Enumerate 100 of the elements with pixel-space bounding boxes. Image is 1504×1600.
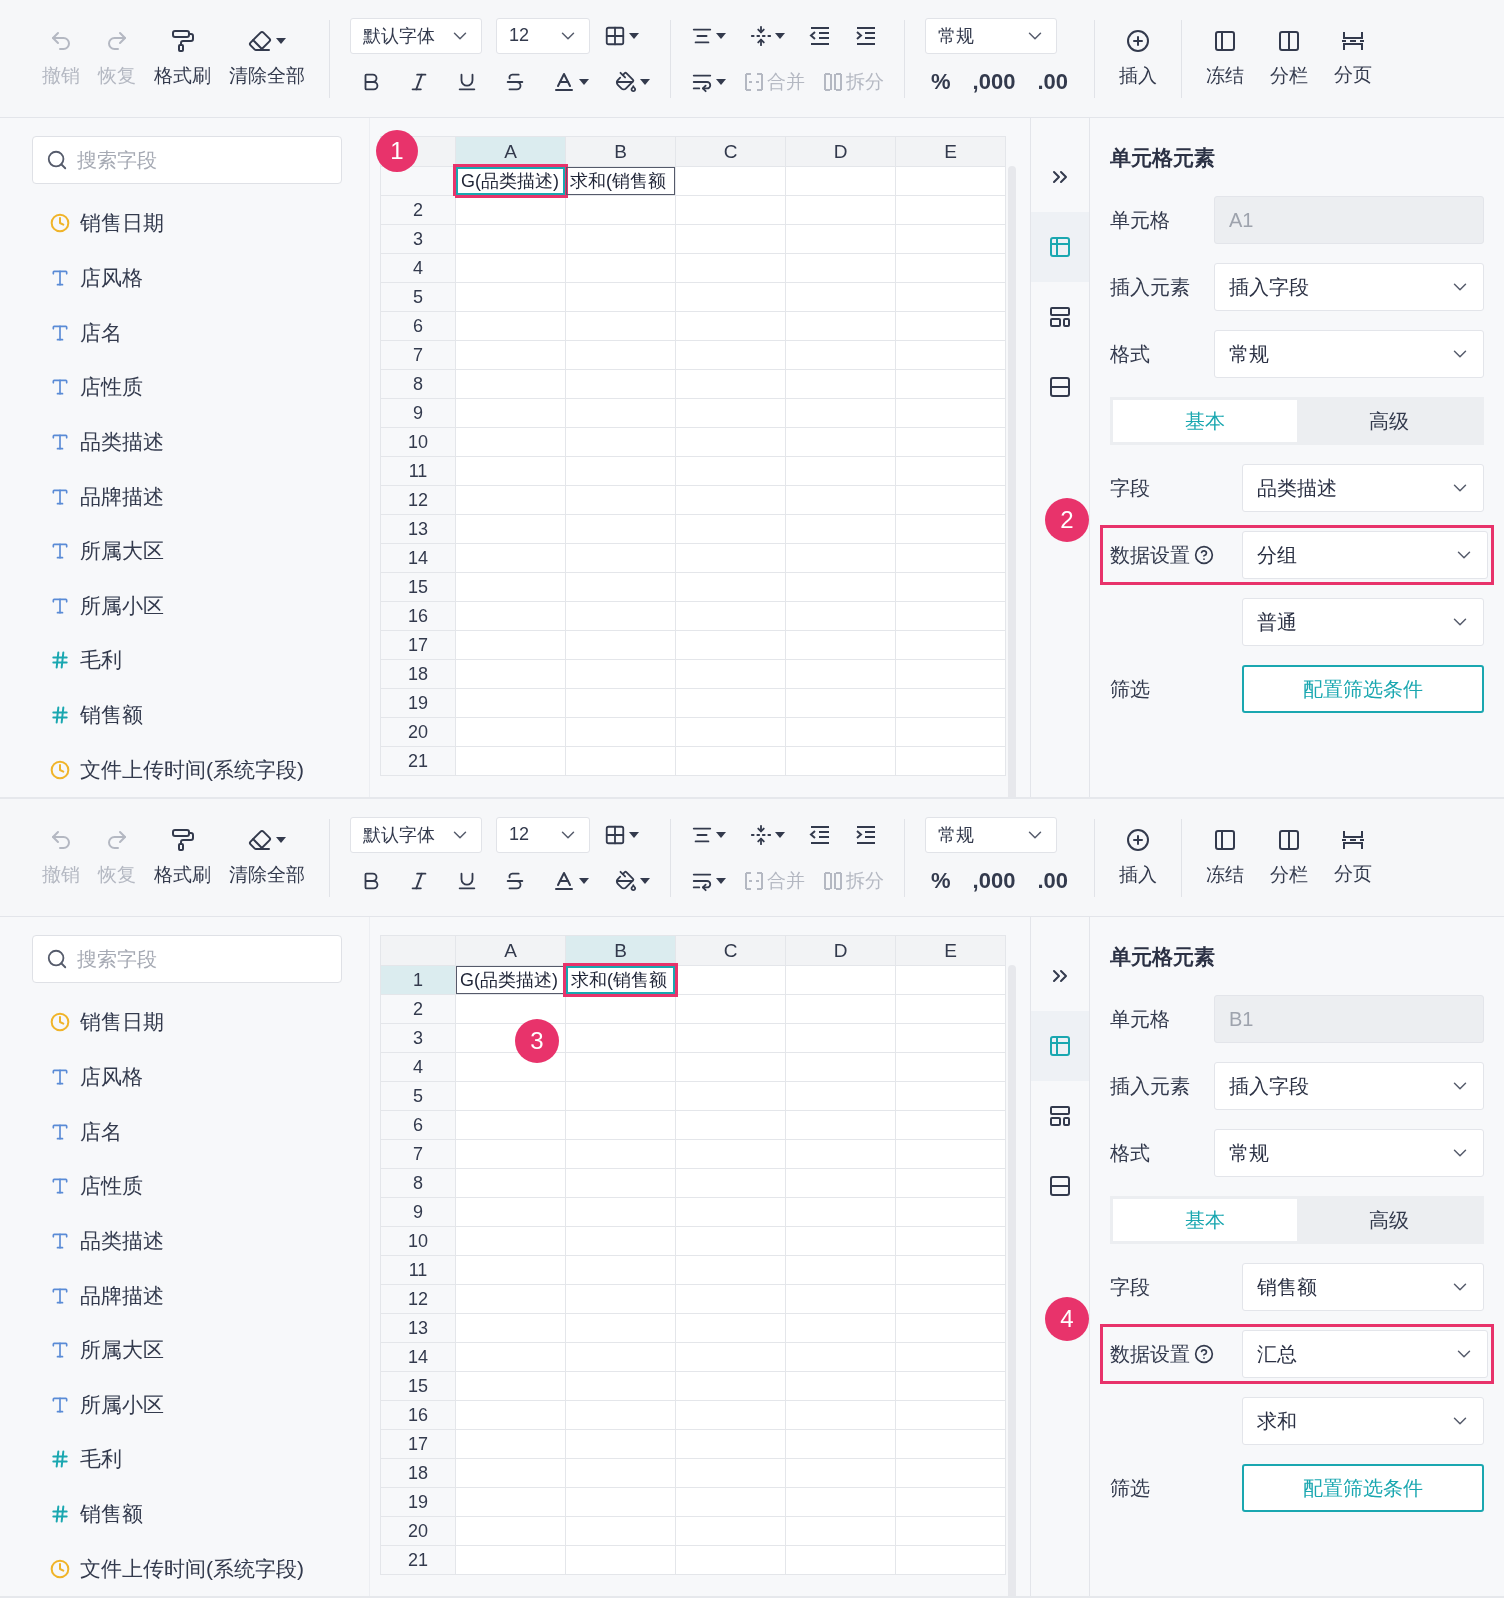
page-button[interactable]: 分页 — [1330, 828, 1376, 887]
font-size-select[interactable]: 12 — [496, 17, 590, 54]
table-cell[interactable]: G(品类描述) — [456, 966, 565, 994]
row-header[interactable]: 5 — [380, 282, 456, 312]
field-item[interactable]: 品牌描述 — [32, 469, 351, 524]
indent-decrease-icon[interactable] — [809, 824, 831, 845]
row-header[interactable]: 17 — [380, 1429, 456, 1459]
field-item[interactable]: 所属大区 — [32, 1322, 351, 1378]
page-button[interactable]: 分页 — [1330, 29, 1376, 88]
number-format-button[interactable]: % — [925, 68, 957, 95]
insert-element-select[interactable]: 插入字段 — [1214, 263, 1484, 311]
row-header[interactable]: 3 — [380, 224, 456, 254]
insert-button[interactable]: 插入 — [1115, 827, 1161, 888]
field-item[interactable]: 品类描述 — [32, 1213, 351, 1269]
vertical-align-button[interactable] — [750, 823, 785, 846]
row-header[interactable]: 8 — [380, 1168, 456, 1198]
number-format-button[interactable]: .00 — [1031, 867, 1074, 894]
row-header[interactable]: 20 — [380, 1516, 456, 1546]
font-select[interactable]: 默认字体 — [350, 816, 482, 853]
format-select[interactable]: 常规 — [1214, 330, 1484, 378]
column-header[interactable]: D — [785, 935, 896, 966]
column-header[interactable]: B — [565, 935, 676, 966]
row-header[interactable]: 6 — [380, 311, 456, 341]
row-header[interactable]: 16 — [380, 601, 456, 631]
row-header[interactable]: 18 — [380, 659, 456, 689]
row-header[interactable]: 1 — [380, 965, 456, 995]
borders-button[interactable] — [604, 24, 639, 47]
eraser-button[interactable]: 清除全部 — [225, 827, 309, 888]
brush-button[interactable]: 格式刷 — [150, 827, 215, 888]
field-item[interactable]: 销售日期 — [32, 995, 351, 1050]
brush-button[interactable]: 格式刷 — [150, 28, 215, 89]
font-select[interactable]: 默认字体 — [350, 17, 482, 54]
field-item[interactable]: 文件上传时间(系统字段) — [32, 742, 351, 797]
indent-increase-icon[interactable] — [855, 25, 877, 46]
row-header[interactable]: 7 — [380, 340, 456, 370]
indent-increase-icon[interactable] — [855, 824, 877, 845]
freeze-button[interactable]: 冻结 — [1202, 827, 1248, 888]
font-size-select[interactable]: 12 — [496, 816, 590, 853]
row-header[interactable]: 20 — [380, 717, 456, 747]
field-item[interactable]: 销售额 — [32, 1486, 351, 1542]
column-header[interactable]: C — [675, 136, 786, 167]
row-header[interactable]: 4 — [380, 253, 456, 283]
help-icon[interactable] — [1194, 1344, 1214, 1364]
field-item[interactable]: 品牌描述 — [32, 1268, 351, 1323]
row-header[interactable]: 19 — [380, 688, 456, 718]
number-format-button[interactable]: .00 — [1031, 68, 1074, 95]
row-header[interactable]: 14 — [380, 543, 456, 573]
field-item[interactable]: 所属大区 — [32, 523, 351, 579]
table-cell[interactable]: 求和(销售额 — [566, 167, 675, 195]
cell-element-tab[interactable] — [1031, 1011, 1089, 1081]
column-header[interactable]: B — [565, 136, 676, 167]
field-item[interactable]: 品类描述 — [32, 414, 351, 470]
row-header[interactable]: 21 — [380, 746, 456, 776]
row-header[interactable]: 15 — [380, 572, 456, 602]
fill-color-button[interactable] — [615, 869, 650, 892]
row-header[interactable]: 18 — [380, 1458, 456, 1488]
column-header[interactable]: E — [895, 935, 1006, 966]
row-header[interactable]: 14 — [380, 1342, 456, 1372]
field-item[interactable]: 销售额 — [32, 687, 351, 743]
field-item[interactable]: 文件上传时间(系统字段) — [32, 1541, 351, 1596]
columns-button[interactable]: 分栏 — [1266, 28, 1312, 89]
row-header[interactable]: 9 — [380, 1197, 456, 1227]
data-setting-select[interactable]: 汇总 — [1242, 1330, 1488, 1378]
row-header[interactable]: 13 — [380, 514, 456, 544]
help-icon[interactable] — [1194, 545, 1214, 565]
insert-button[interactable]: 插入 — [1115, 28, 1161, 89]
row-header[interactable]: 17 — [380, 630, 456, 660]
number-format-select[interactable]: 常规 — [925, 816, 1057, 853]
freeze-button[interactable]: 冻结 — [1202, 28, 1248, 89]
indent-decrease-icon[interactable] — [809, 25, 831, 46]
column-header[interactable]: A — [455, 136, 566, 167]
cell-element-tab[interactable] — [1031, 212, 1089, 282]
field-select[interactable]: 品类描述 — [1242, 464, 1484, 512]
aggregation-select[interactable]: 普通 — [1242, 598, 1484, 646]
field-item[interactable]: 店风格 — [32, 1049, 351, 1105]
number-format-button[interactable]: % — [925, 867, 957, 894]
number-format-select[interactable]: 常规 — [925, 17, 1057, 54]
row-header[interactable]: 2 — [380, 195, 456, 225]
column-header[interactable]: D — [785, 136, 896, 167]
columns-button[interactable]: 分栏 — [1266, 827, 1312, 888]
row-header[interactable]: 13 — [380, 1313, 456, 1343]
data-setting-select[interactable]: 分组 — [1242, 531, 1488, 579]
field-item[interactable]: 毛利 — [32, 1432, 351, 1487]
row-header[interactable]: 16 — [380, 1400, 456, 1430]
field-item[interactable]: 所属小区 — [32, 1377, 351, 1433]
row-header[interactable]: 3 — [380, 1023, 456, 1053]
row-header[interactable]: 11 — [380, 1255, 456, 1285]
row-header[interactable]: 10 — [380, 427, 456, 457]
insert-element-select[interactable]: 插入字段 — [1214, 1062, 1484, 1110]
search-field[interactable]: 搜索字段 — [32, 136, 342, 184]
row-header[interactable]: 9 — [380, 398, 456, 428]
row-header[interactable]: 12 — [380, 485, 456, 515]
row-header[interactable]: 5 — [380, 1081, 456, 1111]
row-header[interactable]: 10 — [380, 1226, 456, 1256]
search-field[interactable]: 搜索字段 — [32, 935, 342, 983]
fill-color-button[interactable] — [615, 70, 650, 93]
field-item[interactable]: 店名 — [32, 305, 351, 360]
format-select[interactable]: 常规 — [1214, 1129, 1484, 1177]
field-item[interactable]: 销售日期 — [32, 196, 351, 251]
column-header[interactable]: A — [455, 935, 566, 966]
